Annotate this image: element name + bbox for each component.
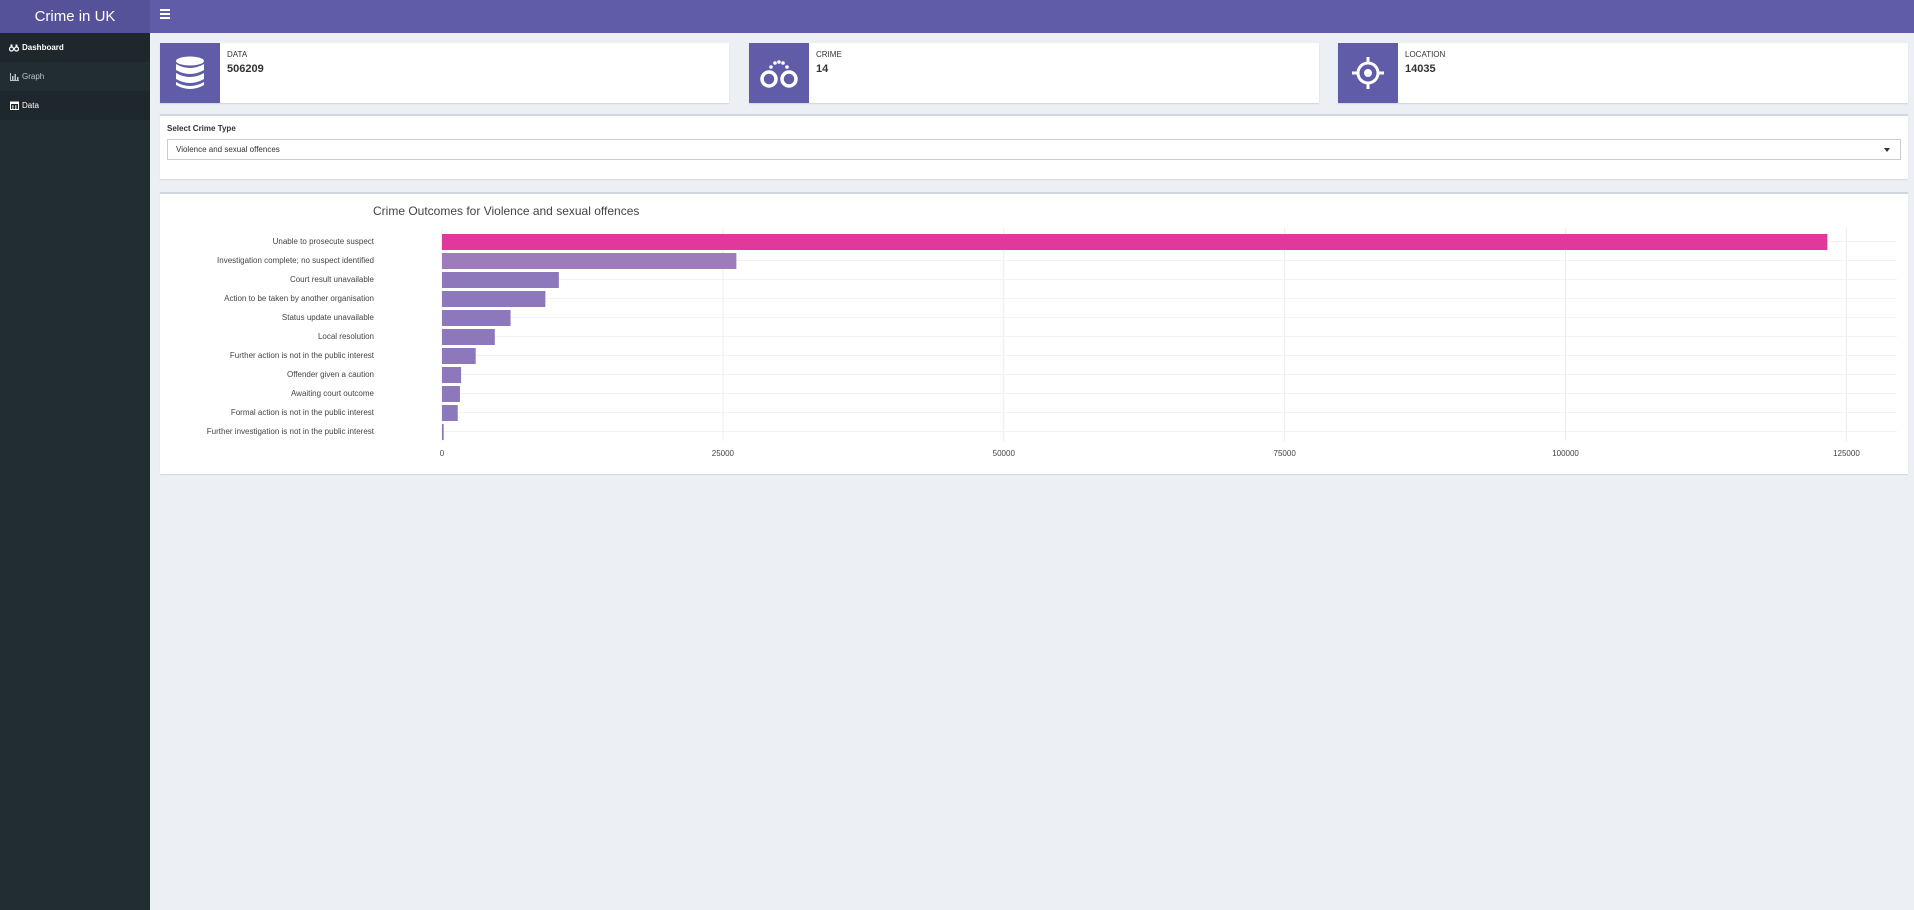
x-tick-label: 25000 xyxy=(712,449,735,458)
y-tick-label: Local resolution xyxy=(318,332,374,341)
database-icon xyxy=(160,43,220,103)
y-tick-label: Action to be taken by another organisati… xyxy=(224,294,374,303)
x-tick-label: 50000 xyxy=(993,449,1016,458)
chart-bar[interactable] xyxy=(442,329,495,345)
crime-type-select[interactable]: Violence and sexual offences xyxy=(167,139,1901,160)
y-tick-label: Formal action is not in the public inter… xyxy=(231,408,375,417)
filter-box: Select Crime Type Violence and sexual of… xyxy=(160,114,1908,179)
y-tick-label: Awaiting court outcome xyxy=(291,389,375,398)
infobox-label: DATA xyxy=(227,50,248,59)
chart-box: Crime Outcomes for Violence and sexual o… xyxy=(160,192,1908,474)
sidebar-item-dashboard[interactable]: Dashboard xyxy=(0,33,150,62)
y-tick-label: Court result unavailable xyxy=(290,275,375,284)
handcuffs-icon xyxy=(749,43,809,103)
chart-bar[interactable] xyxy=(442,234,1828,250)
x-tick-label: 0 xyxy=(440,449,445,458)
chart-bar[interactable] xyxy=(442,348,476,364)
y-tick-label: Further investigation is not in the publ… xyxy=(207,427,375,436)
infobox-data: DATA 506209 xyxy=(160,43,729,103)
infobox-label: LOCATION xyxy=(1405,50,1446,59)
binoculars-icon xyxy=(9,43,19,53)
sidebar-item-label: Graph xyxy=(22,72,45,81)
chart-bar[interactable] xyxy=(442,291,546,307)
infobox-value: 506209 xyxy=(227,63,264,75)
x-tick-label: 125000 xyxy=(1833,449,1860,458)
y-tick-label: Further action is not in the public inte… xyxy=(230,351,375,360)
sidebar-item-label: Dashboard xyxy=(22,43,64,52)
chart-bar[interactable] xyxy=(442,272,559,288)
y-tick-label: Offender given a caution xyxy=(287,370,374,379)
chart-bar[interactable] xyxy=(442,367,462,383)
sidebar-item-label: Data xyxy=(22,101,39,110)
bar-chart-icon xyxy=(9,72,19,82)
crime-type-selected-value: Violence and sexual offences xyxy=(176,145,280,154)
infobox-crime: CRIME 14 xyxy=(749,43,1319,103)
infobox-value: 14035 xyxy=(1405,63,1436,75)
top-navbar: Crime in UK xyxy=(0,0,1914,33)
chart-bar[interactable] xyxy=(442,310,511,326)
chart-bar[interactable] xyxy=(442,386,460,402)
sidebar: Dashboard Graph Data xyxy=(0,33,150,910)
x-tick-label: 75000 xyxy=(1274,449,1297,458)
chart-bar[interactable] xyxy=(442,253,737,269)
crime-type-label: Select Crime Type xyxy=(167,124,236,133)
x-tick-label: 100000 xyxy=(1552,449,1579,458)
sidebar-toggle-icon[interactable] xyxy=(160,9,170,21)
sidebar-item-data[interactable]: Data xyxy=(0,91,150,120)
bar-chart[interactable]: 0 25000 50000 75000 100000 125000 Unable to pr… xyxy=(160,194,1908,464)
y-tick-label: Investigation complete; no suspect ident… xyxy=(217,256,374,265)
y-tick-label: Status update unavailable xyxy=(282,313,375,322)
infobox-value: 14 xyxy=(816,63,829,75)
app-title[interactable]: Crime in UK xyxy=(0,0,150,33)
infobox-location: LOCATION 14035 xyxy=(1338,43,1908,103)
calendar-icon xyxy=(9,101,19,111)
crosshair-icon xyxy=(1338,43,1398,103)
chevron-down-icon[interactable] xyxy=(1884,148,1890,152)
infobox-label: CRIME xyxy=(816,50,842,59)
y-tick-label: Unable to prosecute suspect xyxy=(273,237,375,246)
chart-bar[interactable] xyxy=(442,424,444,440)
sidebar-item-graph[interactable]: Graph xyxy=(0,62,150,91)
chart-bar[interactable] xyxy=(442,405,458,421)
